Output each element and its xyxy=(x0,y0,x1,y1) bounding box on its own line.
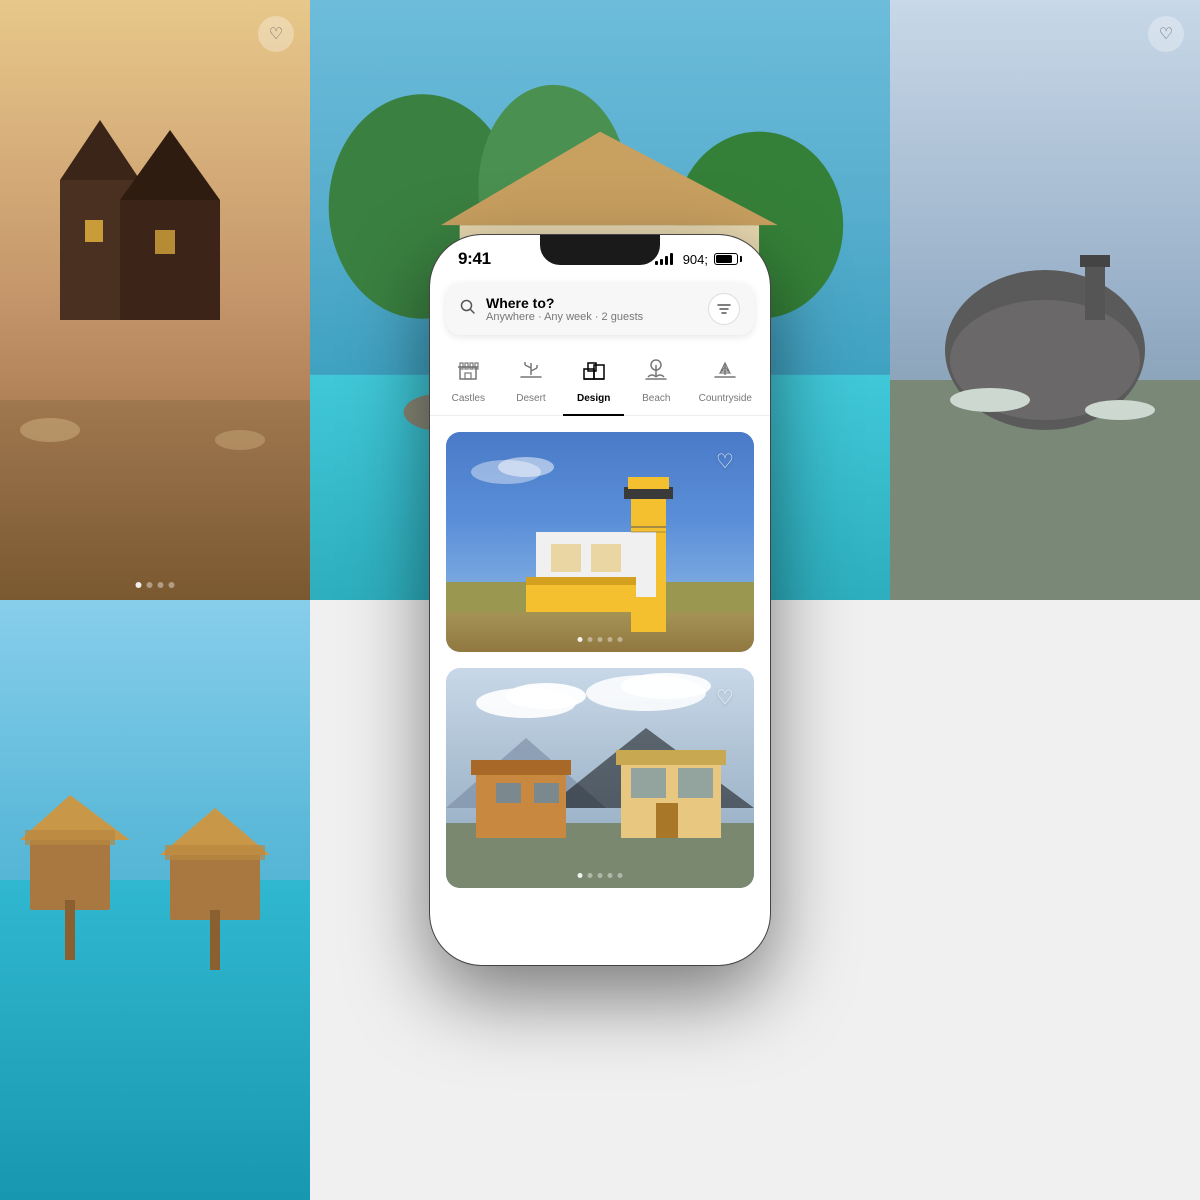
countryside-icon xyxy=(711,355,739,389)
listing-card-1[interactable]: ♡ xyxy=(446,432,754,652)
listing-2-dots xyxy=(578,873,623,878)
search-sub-text: Anywhere · Any week · 2 guests xyxy=(486,311,698,323)
listings-scroll[interactable]: ♡ xyxy=(430,416,770,965)
castles-icon xyxy=(454,355,482,389)
battery-icon xyxy=(714,253,742,265)
bg-top-left: ♡ xyxy=(0,0,310,600)
heart-icon-2: ♡ xyxy=(716,685,734,710)
listing-1-heart[interactable]: ♡ xyxy=(708,444,742,478)
bg-bl-heart[interactable]: ♡ xyxy=(1148,16,1184,52)
signal-bars-icon xyxy=(655,253,673,265)
search-icon xyxy=(460,299,476,320)
status-icons:  904; xyxy=(655,252,742,267)
bg-tl-heart[interactable]: ♡ xyxy=(258,16,294,52)
tab-desert[interactable]: Desert xyxy=(501,347,562,415)
bg-bottom-left: ♡ xyxy=(890,0,1200,600)
tab-beach[interactable]: Beach xyxy=(626,347,687,415)
search-bar[interactable]: Where to? Anywhere · Any week · 2 guests xyxy=(446,283,754,335)
filter-button[interactable] xyxy=(708,293,740,325)
phone-screen: 9:41  904; xyxy=(430,235,770,965)
notch xyxy=(540,235,660,265)
design-label: Design xyxy=(577,393,610,404)
phone-frame: 9:41  904; xyxy=(430,235,770,965)
desert-icon xyxy=(517,355,545,389)
category-tabs: Castles Desert xyxy=(430,347,770,416)
tab-design[interactable]: Design xyxy=(563,347,624,416)
beach-icon xyxy=(642,355,670,389)
castles-label: Castles xyxy=(452,393,485,404)
search-main-text: Where to? xyxy=(486,295,698,311)
tab-castles[interactable]: Castles xyxy=(438,347,499,415)
tab-countryside[interactable]: Countryside xyxy=(689,347,762,415)
listing-1-dots xyxy=(578,637,623,642)
design-icon xyxy=(580,355,608,389)
desert-label: Desert xyxy=(516,393,545,404)
bg-bottom-right xyxy=(0,600,310,1200)
search-text: Where to? Anywhere · Any week · 2 guests xyxy=(486,295,698,323)
status-time: 9:41 xyxy=(458,249,491,269)
heart-icon: ♡ xyxy=(716,449,734,474)
listing-2-heart[interactable]: ♡ xyxy=(708,680,742,714)
bg-tl-dots xyxy=(136,582,175,588)
beach-label: Beach xyxy=(642,393,670,404)
wifi-icon:  904; xyxy=(679,252,708,267)
countryside-label: Countryside xyxy=(699,393,752,404)
listing-card-2[interactable]: ♡ xyxy=(446,668,754,888)
